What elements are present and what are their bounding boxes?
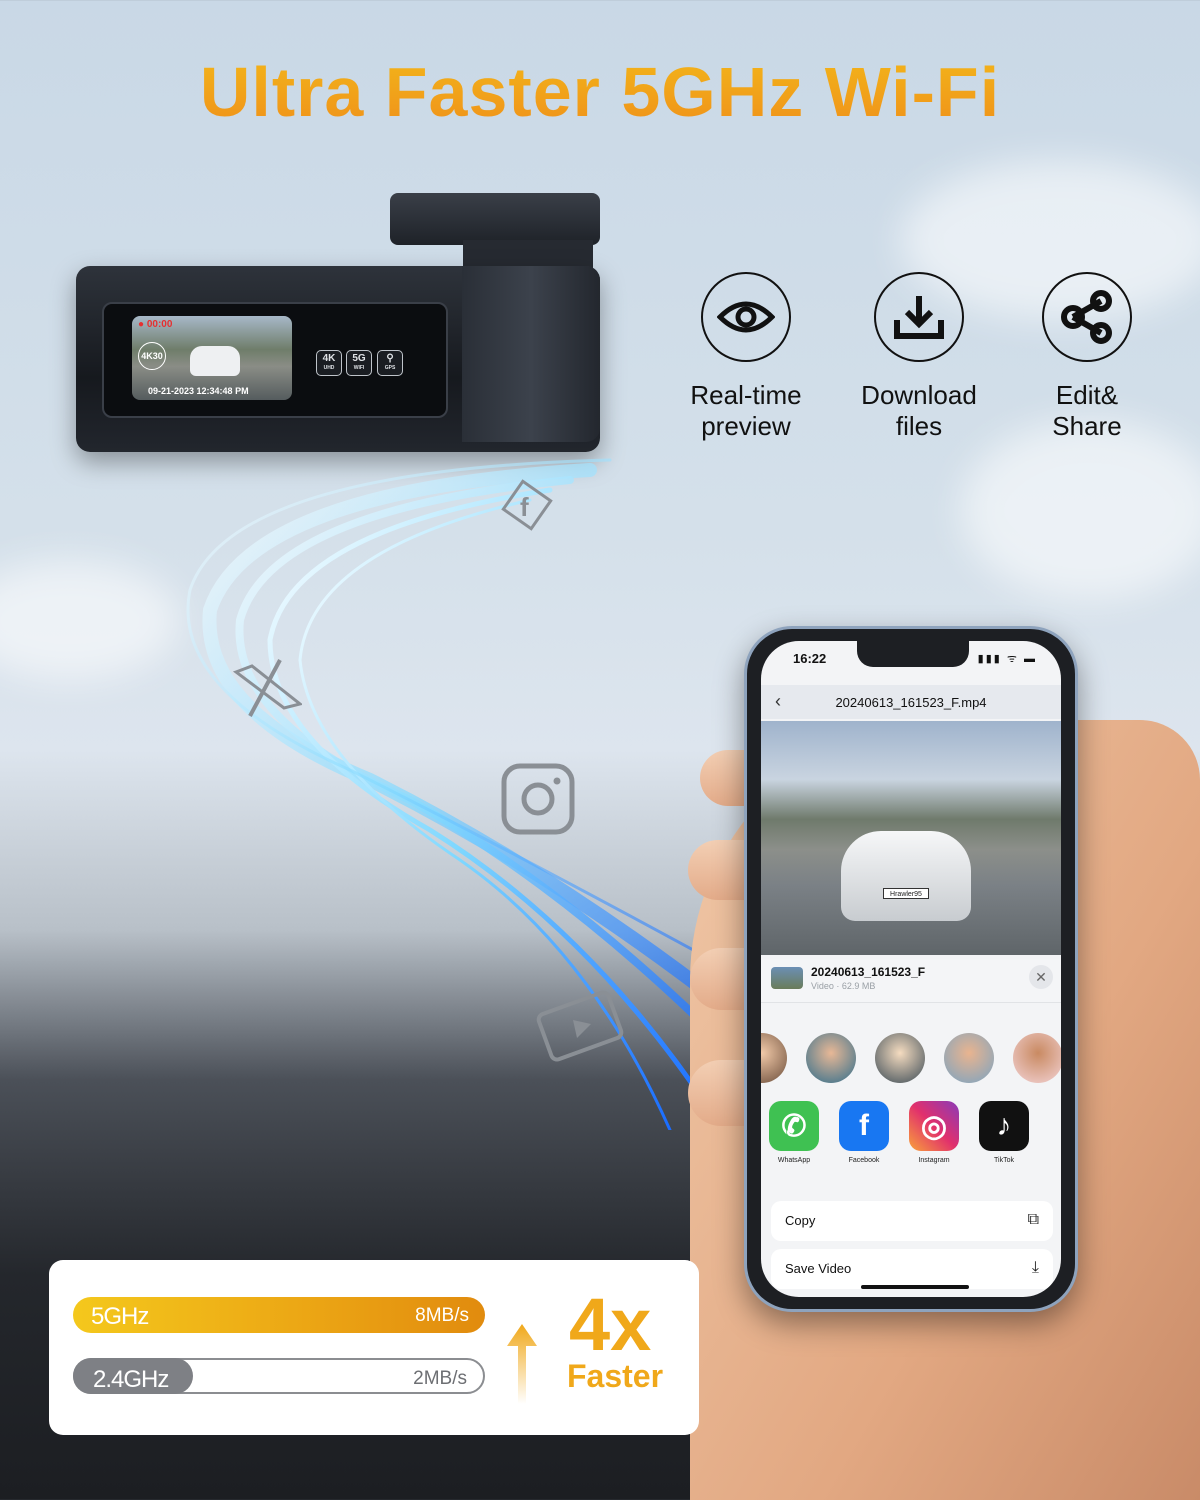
contact-avatar[interactable] [944, 1033, 994, 1083]
speed-value: 8MB/s [415, 1305, 469, 1326]
resolution-badge: 4K30 [138, 342, 166, 370]
app-label: WhatsApp [777, 1157, 811, 1164]
share-app-instagram[interactable]: ◎ Instagram [909, 1101, 959, 1191]
app-label: Facebook [848, 1157, 880, 1164]
badge-text: 4K [322, 353, 336, 364]
license-plate: Hrawler95 [883, 888, 929, 899]
multiplier: 4x [569, 1283, 652, 1366]
share-app-whatsapp[interactable]: ✆ WhatsApp [769, 1101, 819, 1191]
download-icon [874, 272, 964, 362]
whatsapp-icon: ✆ [769, 1101, 819, 1151]
phone-screen: 16:22 ▮▮▮ ᯤ ▬ ‹ 20240613_161523_F.mp4 Hr… [761, 641, 1061, 1297]
app-label: Instagram [918, 1157, 950, 1164]
share-sheet-header: 20240613_161523_F Video · 62.9 MB ✕ [761, 959, 1061, 1003]
badge-subtext: UHD [323, 365, 335, 371]
badge-text: ⚲ [386, 353, 394, 364]
eye-icon [701, 272, 791, 362]
x-icon [232, 658, 304, 727]
timestamp: 09-21-2023 12:34:48 PM [148, 386, 249, 396]
share-apps-row: ✆ WhatsApp f Facebook ◎ Instagram ♪ TikT… [769, 1101, 1061, 1191]
car-image [841, 831, 971, 921]
gps-pin-icon: ⚲ GPS [377, 350, 403, 376]
light-stream [186, 458, 730, 1130]
contact-avatar[interactable] [1013, 1033, 1061, 1083]
instagram-icon: ◎ [909, 1101, 959, 1151]
copy-button[interactable]: Copy ⧉ [771, 1201, 1053, 1241]
close-icon[interactable]: ✕ [1029, 965, 1053, 989]
speed-comparison-card: 5GHz 8MB/s 2.4GHz 2MB/s 4x Faster [49, 1260, 699, 1435]
save-video-button[interactable]: Save Video ⤓ [771, 1249, 1053, 1289]
file-name: 20240613_161523_F [811, 965, 926, 979]
contacts-row [761, 1021, 1061, 1091]
feature-edit-share: Edit& Share [1002, 272, 1172, 442]
facebook-icon: f [498, 476, 556, 539]
video-play-icon [533, 984, 627, 1073]
svg-text:f: f [520, 492, 529, 522]
dashcam-screen: ● 00:00 4K30 09-21-2023 12:34:48 PM [132, 316, 292, 400]
action-label: Save Video [785, 1261, 852, 1276]
action-label: Copy [785, 1213, 816, 1228]
feature-real-time-preview: Real-time preview [661, 272, 831, 442]
phone-notch [857, 641, 969, 667]
copy-icon: ⧉ [1027, 1211, 1039, 1228]
file-meta: Video · 62.9 MB [811, 981, 876, 991]
band-label: 5GHz [91, 1303, 149, 1330]
contact-avatar[interactable] [761, 1033, 787, 1083]
up-arrow-icon [507, 1324, 537, 1404]
recording-indicator: ● 00:00 [138, 319, 173, 330]
feature-download-files: Download files [834, 272, 1004, 442]
4k-icon: 4K UHD [316, 350, 342, 376]
contact-avatar[interactable] [875, 1033, 925, 1083]
status-signal-wifi-battery-icons: ▮▮▮ ᯤ ▬ [977, 653, 1037, 665]
multiplier-label: Faster [567, 1358, 664, 1394]
band-label: 2.4GHz [93, 1366, 169, 1393]
status-time: 16:22 [793, 651, 827, 666]
speed-bar-2-4ghz: 2.4GHz 2MB/s [73, 1358, 485, 1394]
app-label: TikTok [994, 1157, 1014, 1164]
share-app-tiktok[interactable]: ♪ TikTok [979, 1101, 1029, 1191]
file-thumbnail [771, 967, 803, 989]
headline: Ultra Faster 5GHz Wi-Fi [0, 52, 1200, 132]
feature-label: Real-time preview [690, 380, 802, 441]
contact-avatar[interactable] [806, 1033, 856, 1083]
feature-label: Edit& Share [1052, 380, 1122, 441]
badge-text: 5G [352, 353, 366, 364]
car-image [190, 346, 240, 376]
5g-wifi-icon: 5G WIFI [346, 350, 372, 376]
badge-subtext: WIFI [353, 365, 365, 371]
video-preview[interactable]: Hrawler95 [761, 721, 1061, 955]
cloud [960, 420, 1200, 600]
badge-subtext: GPS [384, 365, 396, 371]
facebook-icon: f [839, 1101, 889, 1151]
speed-value: 2MB/s [413, 1368, 467, 1389]
smartphone: 16:22 ▮▮▮ ᯤ ▬ ‹ 20240613_161523_F.mp4 Hr… [744, 626, 1078, 1312]
speed-bar-5ghz: 5GHz 8MB/s [73, 1297, 485, 1333]
dashcam-lens-barrel [462, 266, 600, 442]
instagram-icon [500, 762, 576, 843]
nav-bar: ‹ 20240613_161523_F.mp4 [761, 685, 1061, 719]
feature-label: Download files [861, 380, 977, 441]
share-icon [1042, 272, 1132, 362]
save-icon: ⤓ [1031, 1259, 1039, 1276]
nav-title: 20240613_161523_F.mp4 [835, 695, 987, 710]
dashcam-mount [390, 193, 600, 245]
home-indicator [861, 1285, 969, 1289]
cloud [0, 560, 180, 680]
share-app-facebook[interactable]: f Facebook [839, 1101, 889, 1191]
tiktok-icon: ♪ [979, 1101, 1029, 1151]
